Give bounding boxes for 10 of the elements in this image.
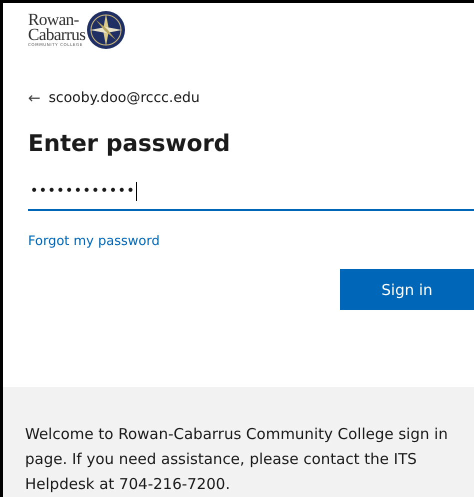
forgot-password-link[interactable]: Forgot my password xyxy=(28,234,160,249)
logo-text: Cabarrus xyxy=(28,27,86,42)
compass-emblem-icon xyxy=(86,10,126,50)
page-heading: Enter password xyxy=(28,130,232,159)
password-field[interactable]: •••••••••••• xyxy=(28,173,474,211)
account-email: scooby.doo@rccc.edu xyxy=(48,90,200,106)
back-arrow-icon[interactable]: ← xyxy=(28,89,41,107)
welcome-text: Welcome to Rowan-Cabarrus Community College sign in page. If you need assistance, please contact the ITS Helpdesk at 704-216-7200. xyxy=(25,424,449,495)
logo-text: Rowan- xyxy=(28,12,79,27)
sign-in-button[interactable]: Sign in xyxy=(340,269,474,310)
